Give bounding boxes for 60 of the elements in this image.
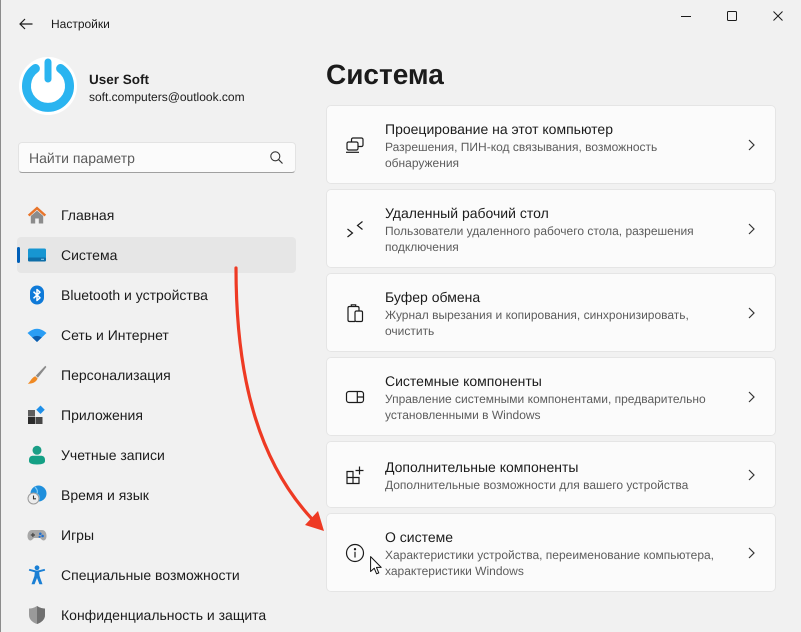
chevron-icon	[748, 139, 755, 151]
info-icon	[345, 543, 365, 563]
nav-item[interactable]: Специальные возможности	[17, 557, 296, 593]
card-description: Разрешения, ПИН-код связывания, возможность обнаружения	[385, 139, 658, 171]
chevron-icon	[748, 223, 755, 235]
settings-card[interactable]: Проецирование на этот компьютер Разрешения, ПИН-код связывания, возможность обнаружения	[326, 105, 776, 184]
settings-card[interactable]: Дополнительные компоненты Дополнительные возможности для вашего устройства	[326, 441, 776, 508]
card-title: О системе	[385, 528, 454, 547]
card-description: Пользователи удаленного рабочего стола, разрешения подключения	[385, 223, 695, 255]
bluetooth-icon	[27, 285, 47, 305]
window-title: Настройки	[51, 16, 110, 32]
chevron-icon	[748, 391, 755, 403]
maximize-icon	[727, 11, 737, 21]
accessibility-icon	[27, 565, 47, 585]
chevron-icon	[748, 307, 755, 319]
account-name: User Soft	[89, 71, 150, 89]
search-field[interactable]: Найти параметр	[18, 142, 296, 173]
selection-indicator	[17, 247, 20, 263]
nav-item[interactable]: Игры	[17, 517, 296, 553]
house-icon	[27, 205, 47, 225]
close-icon	[773, 11, 783, 21]
chevron-icon	[748, 547, 755, 559]
card-title: Системные компоненты	[385, 372, 542, 391]
power-symbol-icon	[19, 57, 77, 115]
account-email: soft.computers@outlook.com	[89, 89, 245, 105]
squares-plus-icon	[345, 465, 365, 485]
card-description: Управление системными компонентами, предварительно установленными в Windows	[385, 391, 707, 423]
person-icon	[27, 445, 47, 465]
app-tiles-icon	[27, 405, 47, 425]
settings-card[interactable]: Буфер обмена Журнал вырезания и копирования, синхронизировать, очистить	[326, 273, 776, 352]
card-title: Проецирование на этот компьютер	[385, 120, 613, 139]
settings-card[interactable]: О системе Характеристики устройства, переименование компьютера, характеристики Windows	[326, 513, 776, 592]
card-description: Дополнительные возможности для вашего устройства	[385, 477, 688, 493]
clipboard-icon	[345, 303, 365, 323]
card-description: Журнал вырезания и копирования, синхронизировать, очистить	[385, 307, 690, 339]
page-title: Система	[326, 58, 445, 92]
settings-card[interactable]: Системные компоненты Управление системными компонентами, предварительно установленными в Windows	[326, 357, 776, 436]
settings-card[interactable]: Удаленный рабочий стол Пользователи удаленного рабочего стола, разрешения подключения	[326, 189, 776, 268]
paintbrush-icon	[27, 365, 47, 385]
globe-clock-icon	[27, 485, 47, 505]
back-arrow-icon	[19, 18, 33, 30]
nav-item[interactable]: Персонализация	[17, 357, 296, 393]
nav-item[interactable]: Время и язык	[17, 477, 296, 513]
angle-brackets-icon	[345, 219, 365, 239]
nav-item[interactable]: Сеть и Интернет	[17, 317, 296, 353]
nav-item[interactable]: Bluetooth и устройства	[17, 277, 296, 313]
nav-item[interactable]: Учетные записи	[17, 437, 296, 473]
mouse-cursor-icon	[370, 556, 382, 575]
card-title: Удаленный рабочий стол	[385, 204, 549, 223]
card-description: Характеристики устройства, переименование компьютера, характеристики Windows	[385, 547, 716, 579]
card-title: Буфер обмена	[385, 288, 480, 307]
nav-item[interactable]: Конфиденциальность и защита	[17, 597, 296, 632]
chevron-icon	[748, 469, 755, 481]
search-icon	[270, 151, 283, 164]
nav-item[interactable]: Главная	[17, 197, 296, 233]
shield-icon	[27, 605, 47, 625]
nav-item[interactable]: Система	[17, 237, 296, 273]
overlapping-screens-icon	[345, 135, 365, 155]
nav-item[interactable]: Приложения	[17, 397, 296, 433]
card-title: Дополнительные компоненты	[385, 458, 578, 477]
